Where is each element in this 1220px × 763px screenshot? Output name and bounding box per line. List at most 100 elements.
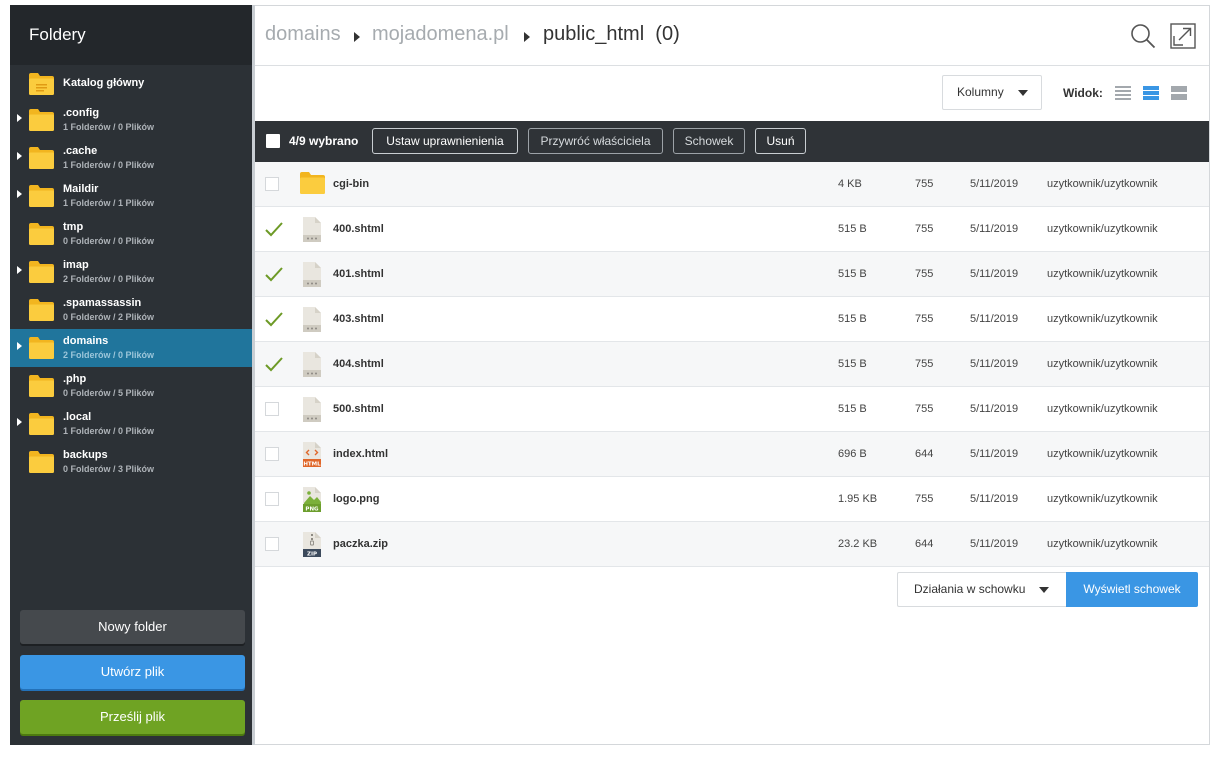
file-date: 5/11/2019: [970, 538, 1019, 550]
file-owner: uzytkownik/uzytkownik: [1047, 313, 1158, 325]
table-row[interactable]: 403.shtml 515 B 755 5/11/2019 uzytkownik/uzy…: [255, 297, 1209, 342]
clipboard-actions-dropdown[interactable]: Działania w schowku: [897, 572, 1066, 607]
table-row[interactable]: 401.shtml 515 B 755 5/11/2019 uzytkownik/uzy…: [255, 252, 1209, 297]
table-row[interactable]: 404.shtml 515 B 755 5/11/2019 uzytkownik/uzy…: [255, 342, 1209, 387]
expand-arrow-icon[interactable]: [17, 114, 22, 122]
table-row[interactable]: 500.shtml 515 B 755 5/11/2019 uzytkownik/uzy…: [255, 387, 1209, 432]
create-file-button[interactable]: Utwórz plik: [20, 655, 245, 689]
columns-label: Kolumny: [957, 85, 1004, 99]
columns-dropdown[interactable]: Kolumny: [942, 75, 1042, 110]
file-date: 5/11/2019: [970, 268, 1019, 280]
file-name[interactable]: index.html: [333, 448, 388, 460]
folder-icon: [29, 413, 54, 435]
view-toolbar: Kolumny Widok:: [255, 66, 1209, 121]
table-row[interactable]: PNG logo.png 1.95 KB 755 5/11/2019 uzytkownik…: [255, 477, 1209, 522]
search-icon[interactable]: [1130, 23, 1156, 49]
select-all-checkbox[interactable]: [266, 134, 280, 148]
sidebar-item-folder[interactable]: Katalog główny: [10, 65, 252, 101]
sidebar-item-folder[interactable]: .config 1 Folderów / 0 Plików: [10, 101, 252, 139]
table-row[interactable]: 400.shtml 515 B 755 5/11/2019 uzytkownik/uzy…: [255, 207, 1209, 252]
svg-text:PNG: PNG: [305, 506, 319, 512]
sidebar-item-folder[interactable]: .local 1 Folderów / 0 Plików: [10, 405, 252, 443]
fullscreen-icon[interactable]: [1170, 23, 1196, 49]
sidebar-item-folder[interactable]: domains 2 Folderów / 0 Plików: [10, 329, 252, 367]
expand-arrow-icon[interactable]: [17, 152, 22, 160]
list-large-icon[interactable]: [1171, 85, 1187, 101]
file-owner: uzytkownik/uzytkownik: [1047, 268, 1158, 280]
svg-text:HTML: HTML: [303, 461, 321, 467]
file-date: 5/11/2019: [970, 448, 1019, 460]
folder-icon: [29, 109, 54, 131]
delete-button[interactable]: Usuń: [755, 128, 806, 154]
folder-icon: [29, 299, 54, 321]
restore-owner-button[interactable]: Przywróć właściciela: [528, 128, 663, 154]
file-name[interactable]: paczka.zip: [333, 538, 388, 550]
file-name[interactable]: 500.shtml: [333, 403, 384, 415]
table-row[interactable]: cgi-bin 4 KB 755 5/11/2019 uzytkownik/uzytko…: [255, 162, 1209, 207]
file-owner: uzytkownik/uzytkownik: [1047, 403, 1158, 415]
list-compact-icon[interactable]: [1115, 85, 1131, 101]
sidebar-item-folder[interactable]: Maildir 1 Folderów / 1 Plików: [10, 177, 252, 215]
folder-meta: 0 Folderów / 5 Plików: [63, 388, 155, 398]
file-name[interactable]: 404.shtml: [333, 358, 384, 370]
new-folder-button[interactable]: Nowy folder: [20, 610, 245, 644]
file-browser-main: domains mojadomena.pl public_html (0) Ko…: [255, 5, 1210, 745]
expand-arrow-icon[interactable]: [17, 266, 22, 274]
file-name[interactable]: 400.shtml: [333, 223, 384, 235]
set-permissions-button[interactable]: Ustaw uprawnienienia: [372, 128, 518, 154]
sidebar-item-folder[interactable]: backups 0 Folderów / 3 Plików: [10, 443, 252, 481]
sidebar-item-folder[interactable]: .cache 1 Folderów / 0 Plików: [10, 139, 252, 177]
file-icon: [300, 217, 324, 242]
folder-icon: [300, 172, 325, 197]
row-checkbox-checked[interactable]: [265, 267, 283, 282]
folder-icon: [29, 73, 54, 95]
folder-meta: 1 Folderów / 1 Plików: [63, 198, 155, 208]
folder-icon: [29, 451, 54, 473]
sidebar-item-folder[interactable]: .spamassassin 0 Folderów / 2 Plików: [10, 291, 252, 329]
file-size: 1.95 KB: [838, 493, 878, 505]
show-clipboard-button[interactable]: Wyświetl schowek: [1066, 572, 1198, 607]
folder-name: domains: [63, 335, 109, 347]
list-medium-icon[interactable]: [1143, 85, 1159, 101]
folder-icon: [29, 375, 54, 397]
file-name[interactable]: 401.shtml: [333, 268, 384, 280]
breadcrumb-item-domains[interactable]: domains: [265, 23, 341, 46]
upload-file-button[interactable]: Prześlij plik: [20, 700, 245, 734]
file-name[interactable]: cgi-bin: [333, 178, 369, 190]
file-icon: [300, 262, 324, 287]
file-name[interactable]: 403.shtml: [333, 313, 384, 325]
file-permissions: 755: [915, 178, 934, 190]
breadcrumb-item-mojadomena[interactable]: mojadomena.pl: [372, 23, 509, 46]
file-size: 515 B: [838, 403, 867, 415]
chevron-down-icon: [1018, 90, 1028, 96]
clipboard-button[interactable]: Schowek: [673, 128, 745, 154]
expand-arrow-icon[interactable]: [17, 342, 22, 350]
row-checkbox-checked[interactable]: [265, 357, 283, 372]
file-list: cgi-bin 4 KB 755 5/11/2019 uzytkownik/uzytko…: [255, 162, 1209, 567]
file-owner: uzytkownik/uzytkownik: [1047, 223, 1158, 235]
folder-meta: 2 Folderów / 0 Plików: [63, 350, 155, 360]
expand-arrow-icon[interactable]: [17, 418, 22, 426]
file-permissions: 755: [915, 313, 934, 325]
folder-name: .config: [63, 107, 100, 119]
file-permissions: 755: [915, 223, 934, 235]
row-checkbox-checked[interactable]: [265, 312, 283, 327]
file-permissions: 644: [915, 448, 934, 460]
sidebar-item-folder[interactable]: imap 2 Folderów / 0 Plików: [10, 253, 252, 291]
expand-arrow-icon[interactable]: [17, 190, 22, 198]
table-row[interactable]: ZIP paczka.zip 23.2 KB 644 5/11/2019 uzytkown…: [255, 522, 1209, 567]
row-checkbox[interactable]: [265, 402, 279, 416]
file-date: 5/11/2019: [970, 223, 1019, 235]
row-checkbox[interactable]: [265, 177, 279, 191]
row-checkbox[interactable]: [265, 492, 279, 506]
row-checkbox[interactable]: [265, 447, 279, 461]
folder-meta: 0 Folderów / 2 Plików: [63, 312, 155, 322]
folder-name: .cache: [63, 145, 98, 157]
table-row[interactable]: HTML index.html 696 B 644 5/11/2019 uzytkowni…: [255, 432, 1209, 477]
sidebar-item-folder[interactable]: tmp 0 Folderów / 0 Plików: [10, 215, 252, 253]
row-checkbox-checked[interactable]: [265, 222, 283, 237]
file-name[interactable]: logo.png: [333, 493, 379, 505]
row-checkbox[interactable]: [265, 537, 279, 551]
folder-meta: 2 Folderów / 0 Plików: [63, 274, 155, 284]
sidebar-item-folder[interactable]: .php 0 Folderów / 5 Plików: [10, 367, 252, 405]
